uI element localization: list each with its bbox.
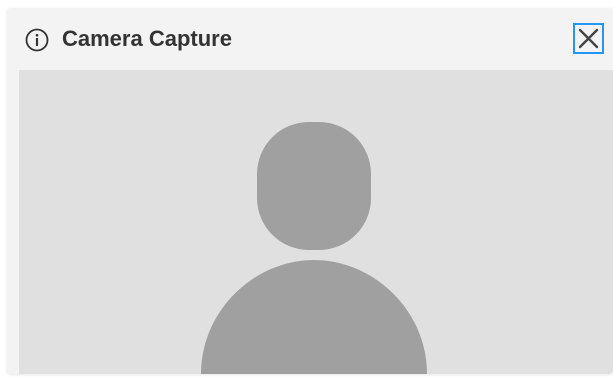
close-icon bbox=[578, 28, 599, 49]
dialog-header: Camera Capture bbox=[7, 8, 613, 70]
info-icon bbox=[25, 28, 49, 52]
camera-capture-dialog: Camera Capture bbox=[7, 8, 613, 374]
dialog-title: Camera Capture bbox=[62, 26, 232, 51]
camera-preview bbox=[19, 70, 613, 374]
close-button[interactable] bbox=[573, 23, 604, 54]
person-silhouette-icon bbox=[201, 122, 427, 374]
